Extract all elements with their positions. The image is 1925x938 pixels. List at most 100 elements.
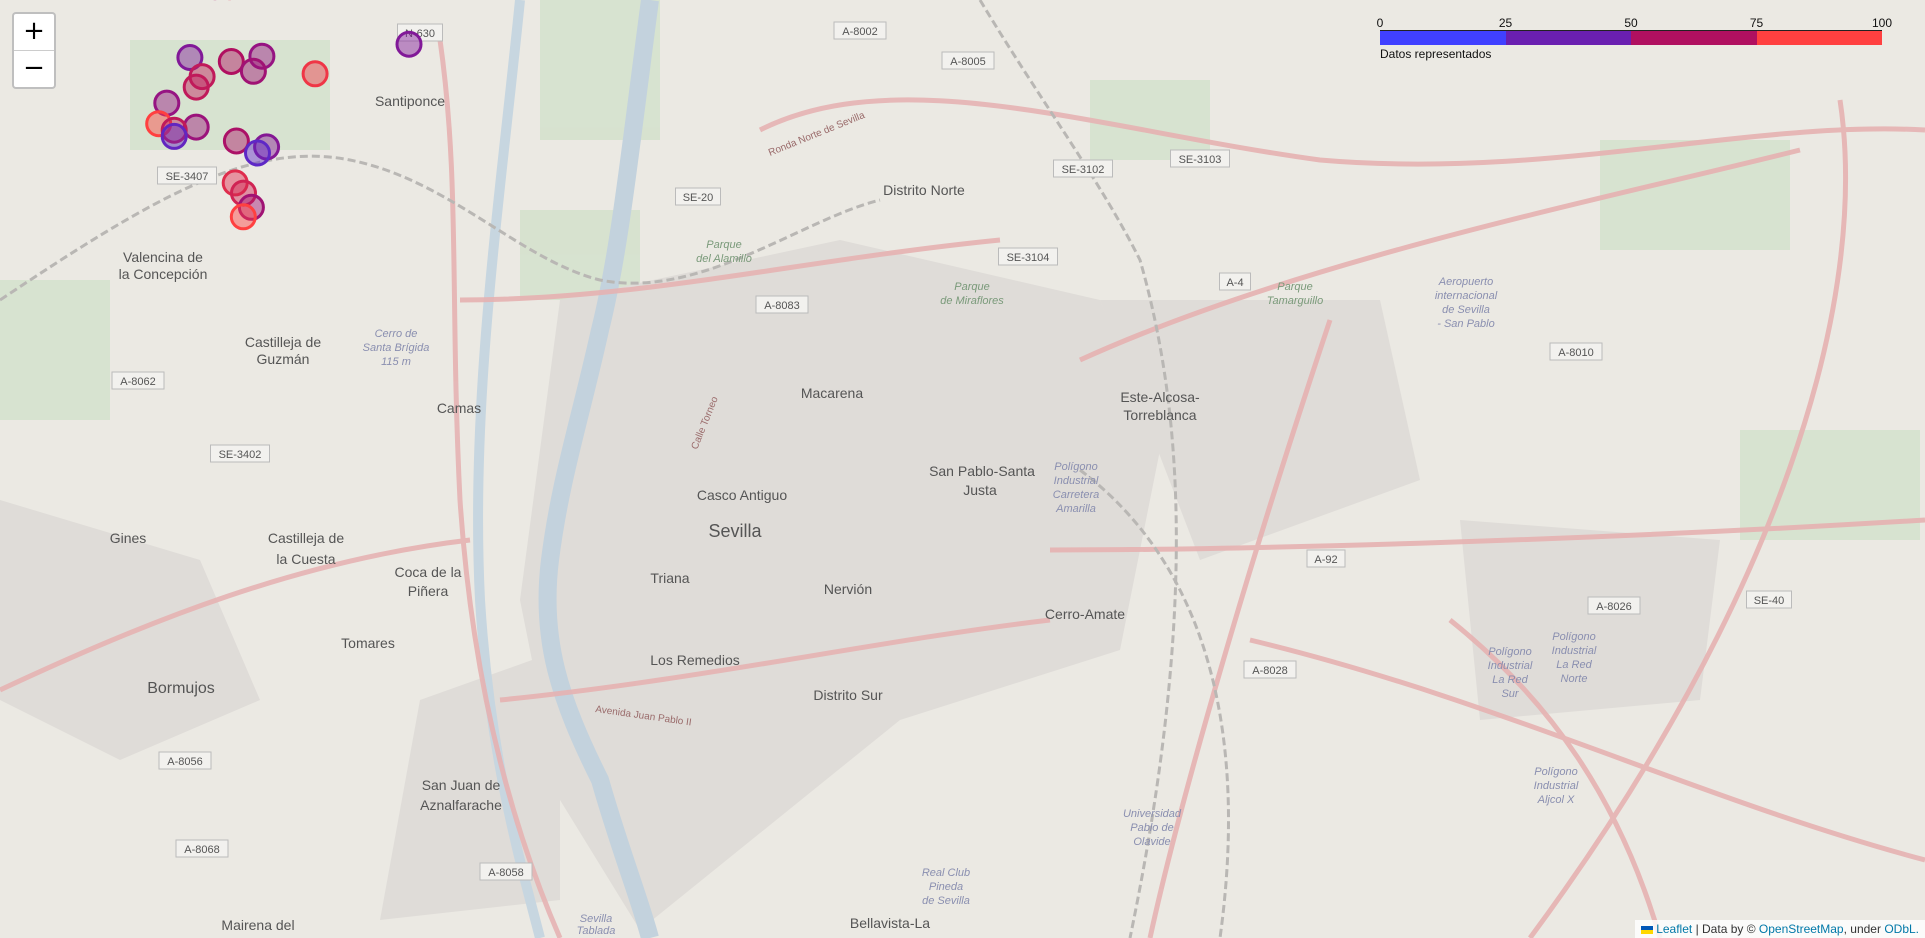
road-shield-label: A-8005 bbox=[950, 56, 985, 68]
color-legend: 0 25 50 75 100 Datos representados bbox=[1377, 16, 1892, 61]
poi-label: Aeropuerto bbox=[1438, 276, 1493, 288]
place-label: Tomares bbox=[341, 635, 395, 651]
data-marker[interactable] bbox=[395, 30, 423, 58]
poi-label: Industrial bbox=[1552, 645, 1597, 657]
data-marker[interactable] bbox=[160, 122, 188, 150]
legend-tick: 25 bbox=[1498, 16, 1513, 30]
poi-label: Industrial bbox=[1054, 475, 1099, 487]
legend-color-segment bbox=[1631, 31, 1757, 45]
zoom-in-button[interactable]: + bbox=[14, 14, 54, 51]
road-shield-label: SE-40 bbox=[1754, 595, 1785, 607]
data-marker[interactable] bbox=[244, 139, 271, 167]
legend-tick: 100 bbox=[1871, 16, 1893, 30]
poi-label: Polígono bbox=[1534, 766, 1577, 778]
place-label: Distrito Norte bbox=[883, 182, 965, 198]
zoom-control: + − bbox=[12, 12, 56, 89]
data-marker[interactable] bbox=[239, 57, 267, 85]
place-label: Bormujos bbox=[147, 680, 215, 697]
poi-label: Pablo de bbox=[1130, 822, 1173, 834]
place-label: Bellavista-La bbox=[850, 915, 930, 931]
road-shield-label: A-8026 bbox=[1596, 601, 1631, 613]
park-label: Parque bbox=[954, 281, 989, 293]
road-shield-label: SE-3102 bbox=[1062, 164, 1105, 176]
poi-label: Amarilla bbox=[1055, 503, 1096, 515]
road-shield-label: A-8028 bbox=[1252, 665, 1287, 677]
odbl-link[interactable]: ODbL. bbox=[1884, 922, 1919, 936]
poi-label: Polígono bbox=[1054, 461, 1097, 473]
map-tiles[interactable]: Distrito Norte Macarena Casco Antiguo Se… bbox=[0, 0, 1925, 938]
leaflet-link[interactable]: Leaflet bbox=[1656, 922, 1692, 936]
place-label: Aznalfarache bbox=[420, 797, 502, 813]
legend-color-segment bbox=[1756, 31, 1882, 45]
place-label: Macarena bbox=[801, 385, 863, 401]
attribution-text: | Data by © bbox=[1692, 922, 1759, 936]
place-label: Nervión bbox=[824, 581, 872, 597]
ukraine-flag-icon bbox=[1641, 925, 1654, 934]
poi-label: Sur bbox=[1501, 688, 1519, 700]
poi-label: Real Club bbox=[922, 867, 970, 879]
place-label: Santiponce bbox=[375, 93, 445, 109]
poi-label: Santa Brígida bbox=[363, 342, 430, 354]
place-label: Justa bbox=[963, 482, 997, 498]
road-shield-label: A-8010 bbox=[1558, 347, 1593, 359]
place-label: Camas bbox=[437, 400, 481, 416]
place-label: Triana bbox=[650, 570, 689, 586]
road-shield-label: A-8002 bbox=[842, 26, 877, 38]
road-shield-label: SE-3103 bbox=[1179, 154, 1222, 166]
poi-label: Carretera bbox=[1053, 489, 1099, 501]
road-shield-label: A-8083 bbox=[764, 300, 799, 312]
data-marker[interactable] bbox=[217, 48, 245, 75]
poi-label: Polígono bbox=[1488, 646, 1531, 658]
zoom-out-button[interactable]: − bbox=[14, 51, 54, 87]
road-shield-label: SE-3104 bbox=[1007, 252, 1050, 264]
osm-link[interactable]: OpenStreetMap bbox=[1759, 922, 1844, 936]
place-label: Coca de la bbox=[395, 564, 462, 580]
place-label: Casco Antiguo bbox=[697, 487, 787, 503]
poi-label: Pineda bbox=[929, 881, 963, 893]
place-label: Este-Alcosa- bbox=[1120, 389, 1200, 405]
poi-label: de Sevilla bbox=[922, 895, 970, 907]
park-label: de Miraflores bbox=[940, 295, 1004, 307]
road-shield-label: A-8062 bbox=[120, 376, 155, 388]
data-marker[interactable] bbox=[182, 113, 210, 141]
poi-label: Olavide bbox=[1133, 836, 1170, 848]
place-label: Guzmán bbox=[257, 351, 310, 367]
road-shield-label: SE-3407 bbox=[166, 171, 209, 183]
poi-label: Industrial bbox=[1488, 660, 1533, 672]
place-label: Distrito Sur bbox=[813, 687, 883, 703]
road-shield-label: A-8056 bbox=[167, 756, 202, 768]
legend-tick: 75 bbox=[1749, 16, 1764, 30]
legend-color-segment bbox=[1505, 31, 1631, 45]
place-label: San Juan de bbox=[422, 777, 501, 793]
data-marker[interactable] bbox=[301, 60, 329, 88]
poi-label: Cerro de bbox=[375, 328, 418, 340]
poi-label: Universidad bbox=[1123, 808, 1182, 820]
park-label: Parque bbox=[1277, 281, 1312, 293]
road-shield-label: A-8068 bbox=[184, 844, 219, 856]
place-label: Cerro-Amate bbox=[1045, 606, 1125, 622]
poi-label: Aljcol X bbox=[1537, 794, 1575, 806]
poi-label: La Red bbox=[1492, 674, 1528, 686]
poi-label: 115 m bbox=[381, 356, 411, 368]
poi-label: de Sevilla bbox=[1442, 304, 1490, 316]
legend-color-segment bbox=[1380, 31, 1506, 45]
data-marker[interactable] bbox=[182, 73, 210, 101]
legend-colorbar bbox=[1380, 30, 1882, 45]
poi-label: Polígono bbox=[1552, 631, 1595, 643]
poi-label: internacional bbox=[1435, 290, 1498, 302]
place-label: Sevilla bbox=[708, 521, 762, 541]
place-label: San Pablo-Santa bbox=[929, 463, 1035, 479]
place-label: la Cuesta bbox=[276, 551, 335, 567]
legend-tick: 50 bbox=[1624, 16, 1638, 30]
attribution: Leaflet | Data by © OpenStreetMap, under… bbox=[1635, 920, 1925, 938]
road-shield-label: A-92 bbox=[1314, 554, 1337, 566]
data-marker[interactable] bbox=[229, 203, 257, 231]
place-label: Piñera bbox=[408, 583, 449, 599]
place-label: Torreblanca bbox=[1123, 407, 1196, 423]
poi-label: La Red bbox=[1556, 659, 1592, 671]
road-shield-label: A-4 bbox=[1226, 277, 1243, 289]
place-label: Los Remedios bbox=[650, 652, 740, 668]
poi-label: Sevilla bbox=[580, 913, 612, 925]
park-label: Parque bbox=[706, 239, 741, 251]
place-label: la Concepción bbox=[119, 266, 208, 282]
